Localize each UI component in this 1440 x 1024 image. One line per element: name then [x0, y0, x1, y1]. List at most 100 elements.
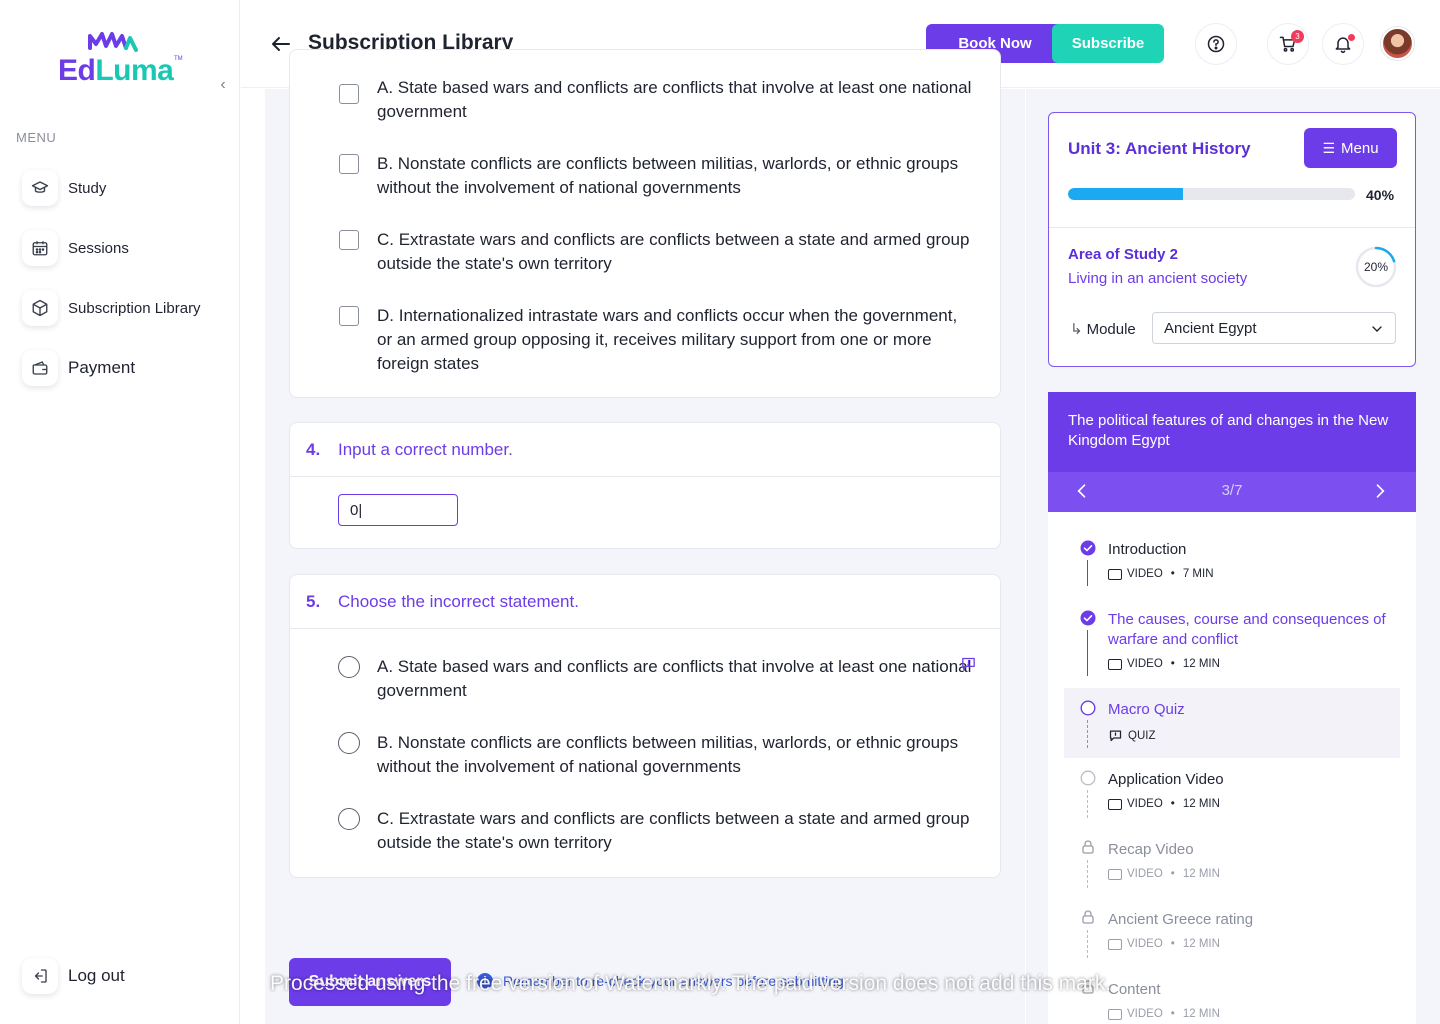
collapse-sidebar-button[interactable]: ‹ [208, 70, 238, 100]
sidebar-item-payment[interactable]: Payment [22, 350, 232, 386]
menu-heading: MENU [16, 130, 57, 145]
help-icon [1207, 35, 1225, 53]
calendar-icon [22, 230, 58, 266]
quiz-content: A. State based wars and conflicts are co… [265, 49, 1025, 1024]
area-progress-ring: 20% [1355, 246, 1397, 288]
lesson-item-meta: QUIZ [1108, 728, 1155, 743]
chevron-right-icon [1376, 484, 1385, 498]
radio-q5-b[interactable] [338, 732, 360, 754]
question-number: 5. [306, 592, 321, 611]
user-avatar[interactable] [1381, 27, 1414, 60]
checkbox-q3-d[interactable] [339, 306, 359, 326]
lesson-item-duration: 12 MIN [1182, 798, 1220, 810]
lesson-item-duration: 12 MIN [1182, 938, 1220, 950]
help-button[interactable] [1195, 23, 1237, 65]
video-icon [1108, 798, 1122, 810]
checkbox-q3-b[interactable] [339, 154, 359, 174]
sidebar-item-label: Subscription Library [68, 299, 201, 317]
option-q5-c: C. Extrastate wars and conflicts are con… [377, 809, 970, 852]
lesson-item-duration: 12 MIN [1182, 868, 1220, 880]
question-3-card: A. State based wars and conflicts are co… [289, 49, 1001, 398]
unit-title: Unit 3: Ancient History [1068, 139, 1251, 158]
sidebar: EdLuma TM ‹ MENU Study Sessions Subscrip… [0, 0, 240, 1024]
module-label: ↳ Module [1070, 320, 1136, 338]
lesson-item-meta: VIDEO • 12 MIN [1108, 658, 1220, 670]
video-icon [1108, 868, 1122, 880]
lesson-item-title: Macro Quiz [1108, 701, 1185, 718]
lesson-item-type: VIDEO [1127, 798, 1163, 810]
lesson-item-application-video[interactable]: Application Video VIDEO • 12 MIN [1064, 762, 1400, 822]
option-q3-d: D. Internationalized intrastate wars and… [377, 306, 958, 373]
lesson-item-ancient-greece-rating[interactable]: Ancient Greece rating VIDEO • 12 MIN [1064, 902, 1400, 962]
lesson-item-duration: 12 MIN [1182, 1008, 1220, 1020]
video-icon [1108, 938, 1122, 950]
video-icon [1108, 1008, 1122, 1020]
lesson-item-causes[interactable]: The causes, course and consequences of w… [1064, 602, 1400, 682]
box-icon [22, 290, 58, 326]
question-5-card: 5. Choose the incorrect statement. A. St… [289, 574, 1001, 878]
course-panel: Unit 3: Ancient History ☰ Menu 40% Area … [1026, 89, 1440, 1024]
question-number: 4. [306, 440, 321, 459]
checkbox-q3-c[interactable] [339, 230, 359, 250]
lesson-item-content[interactable]: Content VIDEO • 12 MIN [1064, 972, 1400, 1024]
lesson-item-type: VIDEO [1127, 868, 1163, 880]
edluma-logo[interactable]: EdLuma TM [56, 28, 186, 88]
feedback-icon[interactable] [960, 655, 977, 677]
trademark-label: TM [174, 56, 183, 62]
lesson-item-introduction[interactable]: Introduction VIDEO • 7 MIN [1064, 532, 1400, 592]
radio-q5-c[interactable] [338, 808, 360, 830]
notification-dot [1348, 34, 1355, 41]
sidebar-item-subscription-library[interactable]: Subscription Library [22, 290, 232, 326]
option-q5-a: A. State based wars and conflicts are co… [377, 657, 972, 700]
empty-circle-icon [1080, 770, 1096, 786]
lesson-item-macro-quiz[interactable]: Macro Quiz QUIZ [1064, 688, 1400, 758]
divider [1049, 227, 1415, 228]
lesson-item-duration: 12 MIN [1182, 658, 1220, 670]
subscribe-button[interactable]: Subscribe [1052, 24, 1164, 63]
lock-icon [1082, 910, 1094, 924]
logo-ed: Ed [58, 54, 96, 87]
sidebar-item-label: Payment [68, 358, 136, 377]
checkbox-q3-a[interactable] [339, 84, 359, 104]
branch-icon: ↳ [1070, 321, 1083, 338]
lesson-item-title: Content [1108, 981, 1161, 998]
sidebar-item-study[interactable]: Study [22, 170, 232, 206]
radio-q5-a[interactable] [338, 656, 360, 678]
lesson-item-type: VIDEO [1127, 658, 1163, 670]
graduation-cap-icon [22, 170, 58, 206]
sidebar-item-sessions[interactable]: Sessions [22, 230, 232, 266]
logout-button[interactable]: Log out [22, 958, 125, 994]
cart-button[interactable]: 3 [1267, 23, 1309, 65]
lesson-item-meta: VIDEO • 12 MIN [1108, 1008, 1220, 1020]
module-label-text: Module [1086, 321, 1136, 338]
lesson-item-meta: VIDEO • 7 MIN [1108, 568, 1214, 580]
logo-wordmark: EdLuma [58, 54, 174, 88]
lesson-item-type: VIDEO [1127, 938, 1163, 950]
watermark-text: Processed using the free version of Wate… [270, 972, 1112, 995]
timeline-line [1087, 930, 1088, 958]
next-lesson-button[interactable] [1370, 480, 1390, 508]
timeline-line [1087, 630, 1088, 676]
question-5-header: 5. Choose the incorrect statement. [290, 575, 1000, 629]
area-of-study-name: Living in an ancient society [1068, 270, 1248, 287]
wallet-icon [22, 350, 58, 386]
unit-menu-button[interactable]: ☰ Menu [1304, 128, 1397, 168]
timeline-line [1087, 860, 1088, 888]
module-select-value: Ancient Egypt [1164, 319, 1257, 337]
lesson-item-duration: 7 MIN [1182, 568, 1214, 580]
lesson-item-recap-video[interactable]: Recap Video VIDEO • 12 MIN [1064, 832, 1400, 892]
lesson-pagination: 3/7 [1048, 472, 1416, 512]
number-answer-input[interactable] [338, 494, 458, 526]
lesson-item-type: VIDEO [1127, 1008, 1163, 1020]
notifications-button[interactable] [1322, 23, 1364, 65]
option-q3-a: A. State based wars and conflicts are co… [377, 78, 972, 121]
chevron-down-icon [1372, 326, 1382, 332]
lesson-item-type: VIDEO [1127, 568, 1163, 580]
cart-count-badge: 3 [1291, 30, 1304, 43]
lesson-item-meta: VIDEO • 12 MIN [1108, 868, 1220, 880]
unit-progress-fill [1068, 188, 1183, 200]
module-select[interactable]: Ancient Egypt [1152, 312, 1396, 344]
quiz-icon [1109, 730, 1122, 742]
menu-button-label: Menu [1341, 139, 1379, 157]
timeline-line [1087, 790, 1088, 818]
